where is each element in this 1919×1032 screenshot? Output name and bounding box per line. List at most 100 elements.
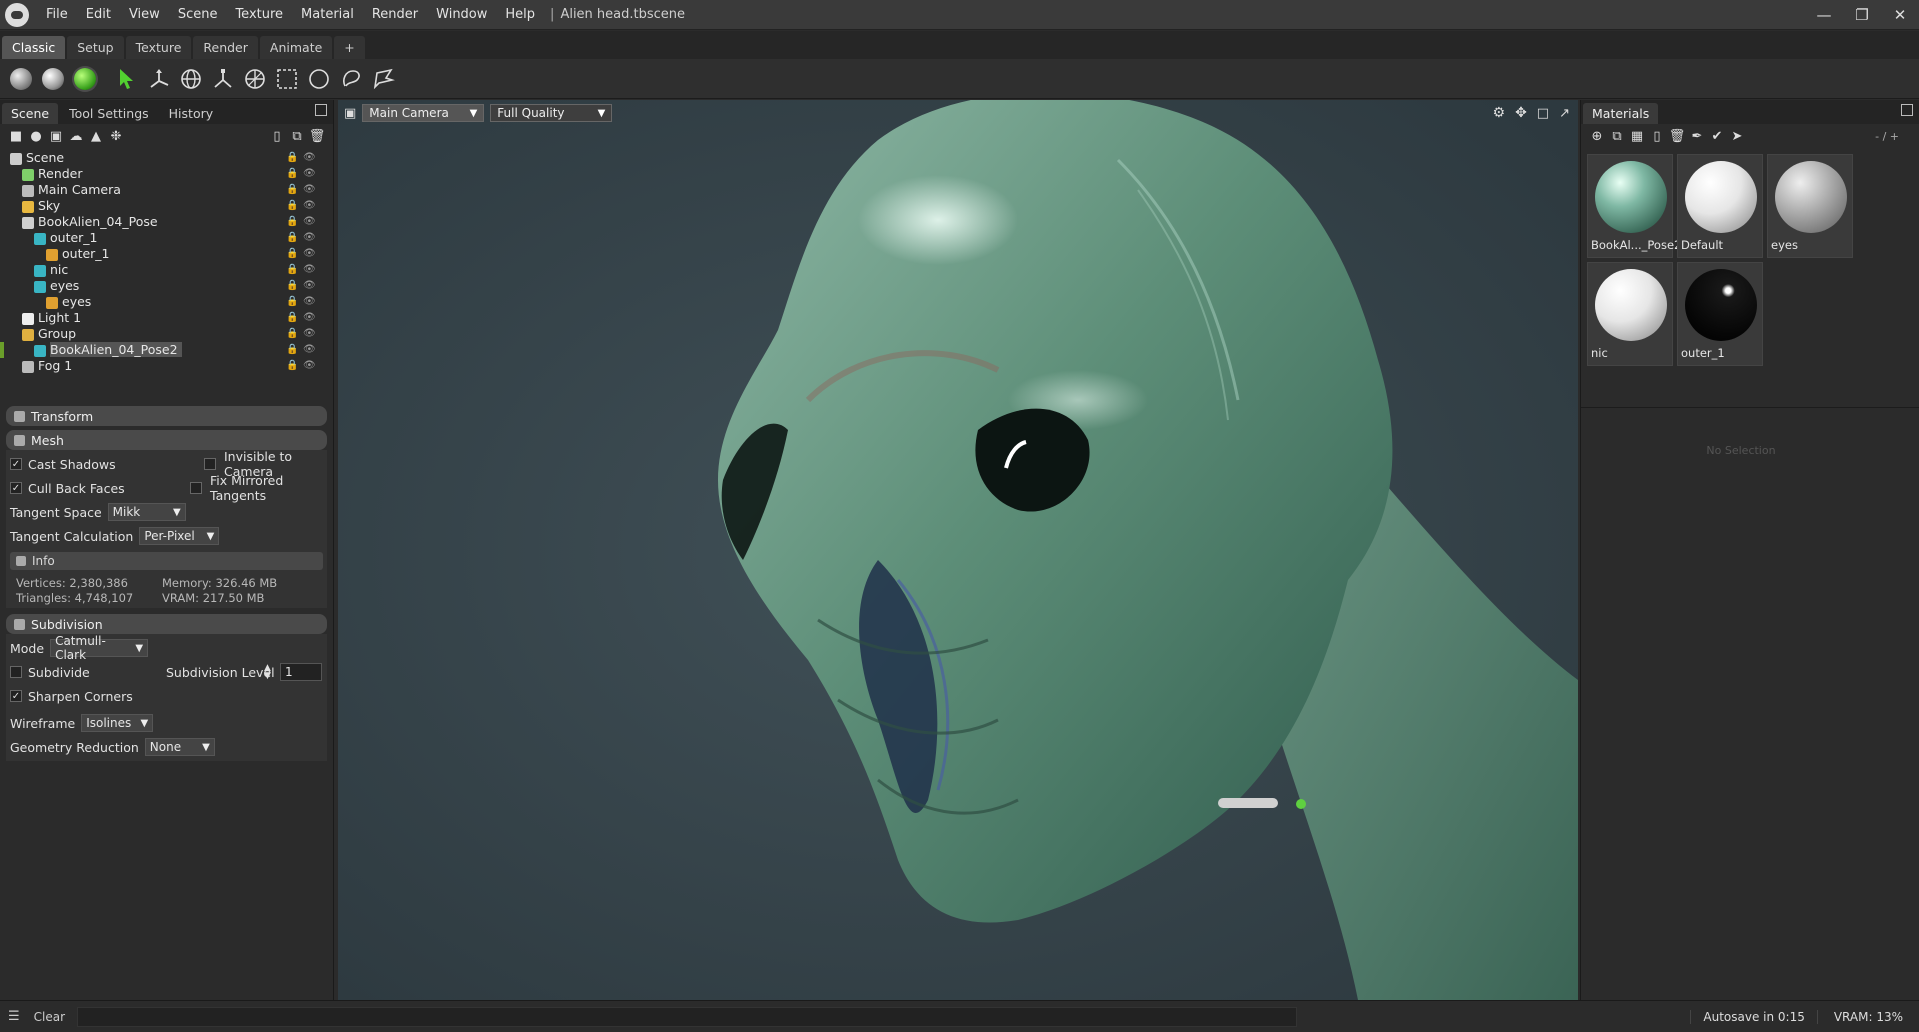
tab-setup[interactable]: Setup <box>67 36 124 59</box>
transform-all-icon[interactable] <box>240 64 270 94</box>
info-header[interactable]: Info <box>10 552 323 570</box>
lock-icon[interactable]: 🔒 <box>286 230 298 246</box>
lock-icon[interactable]: 🔒 <box>286 198 298 214</box>
wireframe-dropdown[interactable]: Isolines ▼ <box>81 714 154 732</box>
menu-file[interactable]: File <box>37 7 77 22</box>
tree-item[interactable]: outer_1 🔒 👁 <box>0 246 333 262</box>
invisible-to-camera-checkbox[interactable] <box>204 458 216 470</box>
pick-material-icon[interactable]: ✒ <box>1687 127 1707 145</box>
tab-scene[interactable]: Scene <box>2 103 59 124</box>
lock-icon[interactable]: 🔒 <box>286 326 298 342</box>
tree-item[interactable]: nic 🔒 👁 <box>0 262 333 278</box>
menu-view[interactable]: View <box>120 7 169 22</box>
add-tab-button[interactable]: + <box>334 36 365 59</box>
tab-tool-settings[interactable]: Tool Settings <box>60 103 158 124</box>
menu-texture[interactable]: Texture <box>226 7 292 22</box>
scale-tool-icon[interactable] <box>208 64 238 94</box>
visibility-eye-icon[interactable]: 👁 <box>303 326 316 342</box>
tree-item[interactable]: BookAlien_04_Pose2 🔒 👁 <box>0 342 333 358</box>
tree-item[interactable]: eyes 🔒 👁 <box>0 278 333 294</box>
fix-mirrored-tangents-checkbox[interactable] <box>190 482 202 494</box>
menu-render[interactable]: Render <box>363 7 427 22</box>
tab-history[interactable]: History <box>160 103 222 124</box>
visibility-eye-icon[interactable]: 👁 <box>303 198 316 214</box>
visibility-eye-icon[interactable]: 👁 <box>303 358 316 374</box>
add-shadow-catcher-icon[interactable]: ▲ <box>86 127 106 145</box>
visibility-eye-icon[interactable]: 👁 <box>303 150 316 166</box>
add-material-icon[interactable]: ⊕ <box>1587 127 1607 145</box>
menu-window[interactable]: Window <box>427 7 496 22</box>
delete-icon[interactable]: 🗑 <box>307 127 327 145</box>
move-tool-icon[interactable] <box>144 64 174 94</box>
lasso-select-icon[interactable] <box>336 64 366 94</box>
select-arrow-icon[interactable] <box>112 64 142 94</box>
add-sky-icon[interactable]: ☁ <box>66 127 86 145</box>
tree-item[interactable]: Scene 🔒 👁 <box>0 150 333 166</box>
geometry-reduction-dropdown[interactable]: None ▼ <box>144 738 215 756</box>
tab-materials[interactable]: Materials <box>1583 103 1659 124</box>
lock-icon[interactable]: 🔒 <box>286 246 298 262</box>
viewport-popout-icon[interactable]: ↗ <box>1559 106 1570 121</box>
lock-icon[interactable]: 🔒 <box>286 262 298 278</box>
shading-lit-icon[interactable] <box>38 64 68 94</box>
add-fog-icon[interactable]: ❉ <box>106 127 126 145</box>
lock-icon[interactable]: 🔒 <box>286 310 298 326</box>
lock-icon[interactable]: 🔒 <box>286 278 298 294</box>
tree-item[interactable]: Group 🔒 👁 <box>0 326 333 342</box>
tree-item[interactable]: eyes 🔒 👁 <box>0 294 333 310</box>
tangent-space-dropdown[interactable]: Mikk ▼ <box>107 503 186 521</box>
viewport[interactable]: ▣ Main Camera ▼ Full Quality ▼ ⚙ ✥ □ ↗ <box>338 100 1578 1000</box>
tab-texture[interactable]: Texture <box>125 36 192 59</box>
rect-select-icon[interactable] <box>272 64 302 94</box>
subdivision-level-input[interactable]: 1 <box>280 663 322 681</box>
tab-animate[interactable]: Animate <box>259 36 333 59</box>
menu-material[interactable]: Material <box>292 7 363 22</box>
lock-icon[interactable]: 🔒 <box>286 150 298 166</box>
open-folder-icon[interactable]: ▯ <box>1647 127 1667 145</box>
viewport-pan-icon[interactable]: ✥ <box>1515 105 1527 121</box>
lock-icon[interactable]: 🔒 <box>286 294 298 310</box>
visibility-eye-icon[interactable]: 👁 <box>303 310 316 326</box>
add-light-icon[interactable]: ● <box>26 127 46 145</box>
subdivide-checkbox[interactable] <box>10 666 22 678</box>
quality-dropdown[interactable]: Full Quality ▼ <box>490 104 613 122</box>
log-icon[interactable]: ☰ <box>8 1009 20 1024</box>
lock-icon[interactable]: 🔒 <box>286 166 298 182</box>
duplicate-icon[interactable]: ⧉ <box>287 127 307 145</box>
mesh-header[interactable]: Mesh <box>6 430 327 450</box>
material-thumbnail[interactable]: BookAl..._Pose2 <box>1587 154 1681 258</box>
visibility-eye-icon[interactable]: 👁 <box>303 214 316 230</box>
lock-icon[interactable]: 🔒 <box>286 214 298 230</box>
tab-render[interactable]: Render <box>193 36 258 59</box>
tree-item[interactable]: Main Camera 🔒 👁 <box>0 182 333 198</box>
viewport-frame-icon[interactable]: □ <box>1537 106 1549 121</box>
subdivision-header[interactable]: Subdivision <box>6 614 327 634</box>
visibility-eye-icon[interactable]: 👁 <box>303 278 316 294</box>
menu-scene[interactable]: Scene <box>169 7 227 22</box>
shading-solid-icon[interactable] <box>6 64 36 94</box>
popout-icon[interactable] <box>315 104 327 116</box>
circle-select-icon[interactable] <box>304 64 334 94</box>
tree-item[interactable]: Sky 🔒 👁 <box>0 198 333 214</box>
add-camera-icon[interactable]: ▣ <box>46 127 66 145</box>
material-thumbnail[interactable]: nic <box>1587 262 1673 366</box>
tree-item[interactable]: outer_1 🔒 👁 <box>0 230 333 246</box>
tree-item[interactable]: Render 🔒 👁 <box>0 166 333 182</box>
tangent-calculation-dropdown[interactable]: Per-Pixel ▼ <box>139 527 220 545</box>
rotate-tool-icon[interactable] <box>176 64 206 94</box>
lock-icon[interactable]: 🔒 <box>286 358 298 374</box>
visibility-eye-icon[interactable]: 👁 <box>303 230 316 246</box>
minimize-icon[interactable]: — <box>1805 0 1843 30</box>
log-output-field[interactable] <box>77 1006 1298 1027</box>
cull-back-faces-checkbox[interactable]: ✓ <box>10 482 22 494</box>
duplicate-material-icon[interactable]: ⧉ <box>1607 127 1627 145</box>
polygon-select-icon[interactable] <box>368 64 398 94</box>
material-thumbnail[interactable]: outer_1 <box>1677 262 1763 366</box>
visibility-eye-icon[interactable]: 👁 <box>303 246 316 262</box>
material-thumbnail[interactable]: Default <box>1677 154 1763 258</box>
transform-header[interactable]: Transform <box>6 406 327 426</box>
subdivision-level-stepper[interactable]: ▲ ▼ <box>264 664 271 681</box>
apply-material-icon[interactable]: ✔ <box>1707 127 1727 145</box>
tab-classic[interactable]: Classic <box>2 36 66 59</box>
cast-shadows-checkbox[interactable]: ✓ <box>10 458 22 470</box>
